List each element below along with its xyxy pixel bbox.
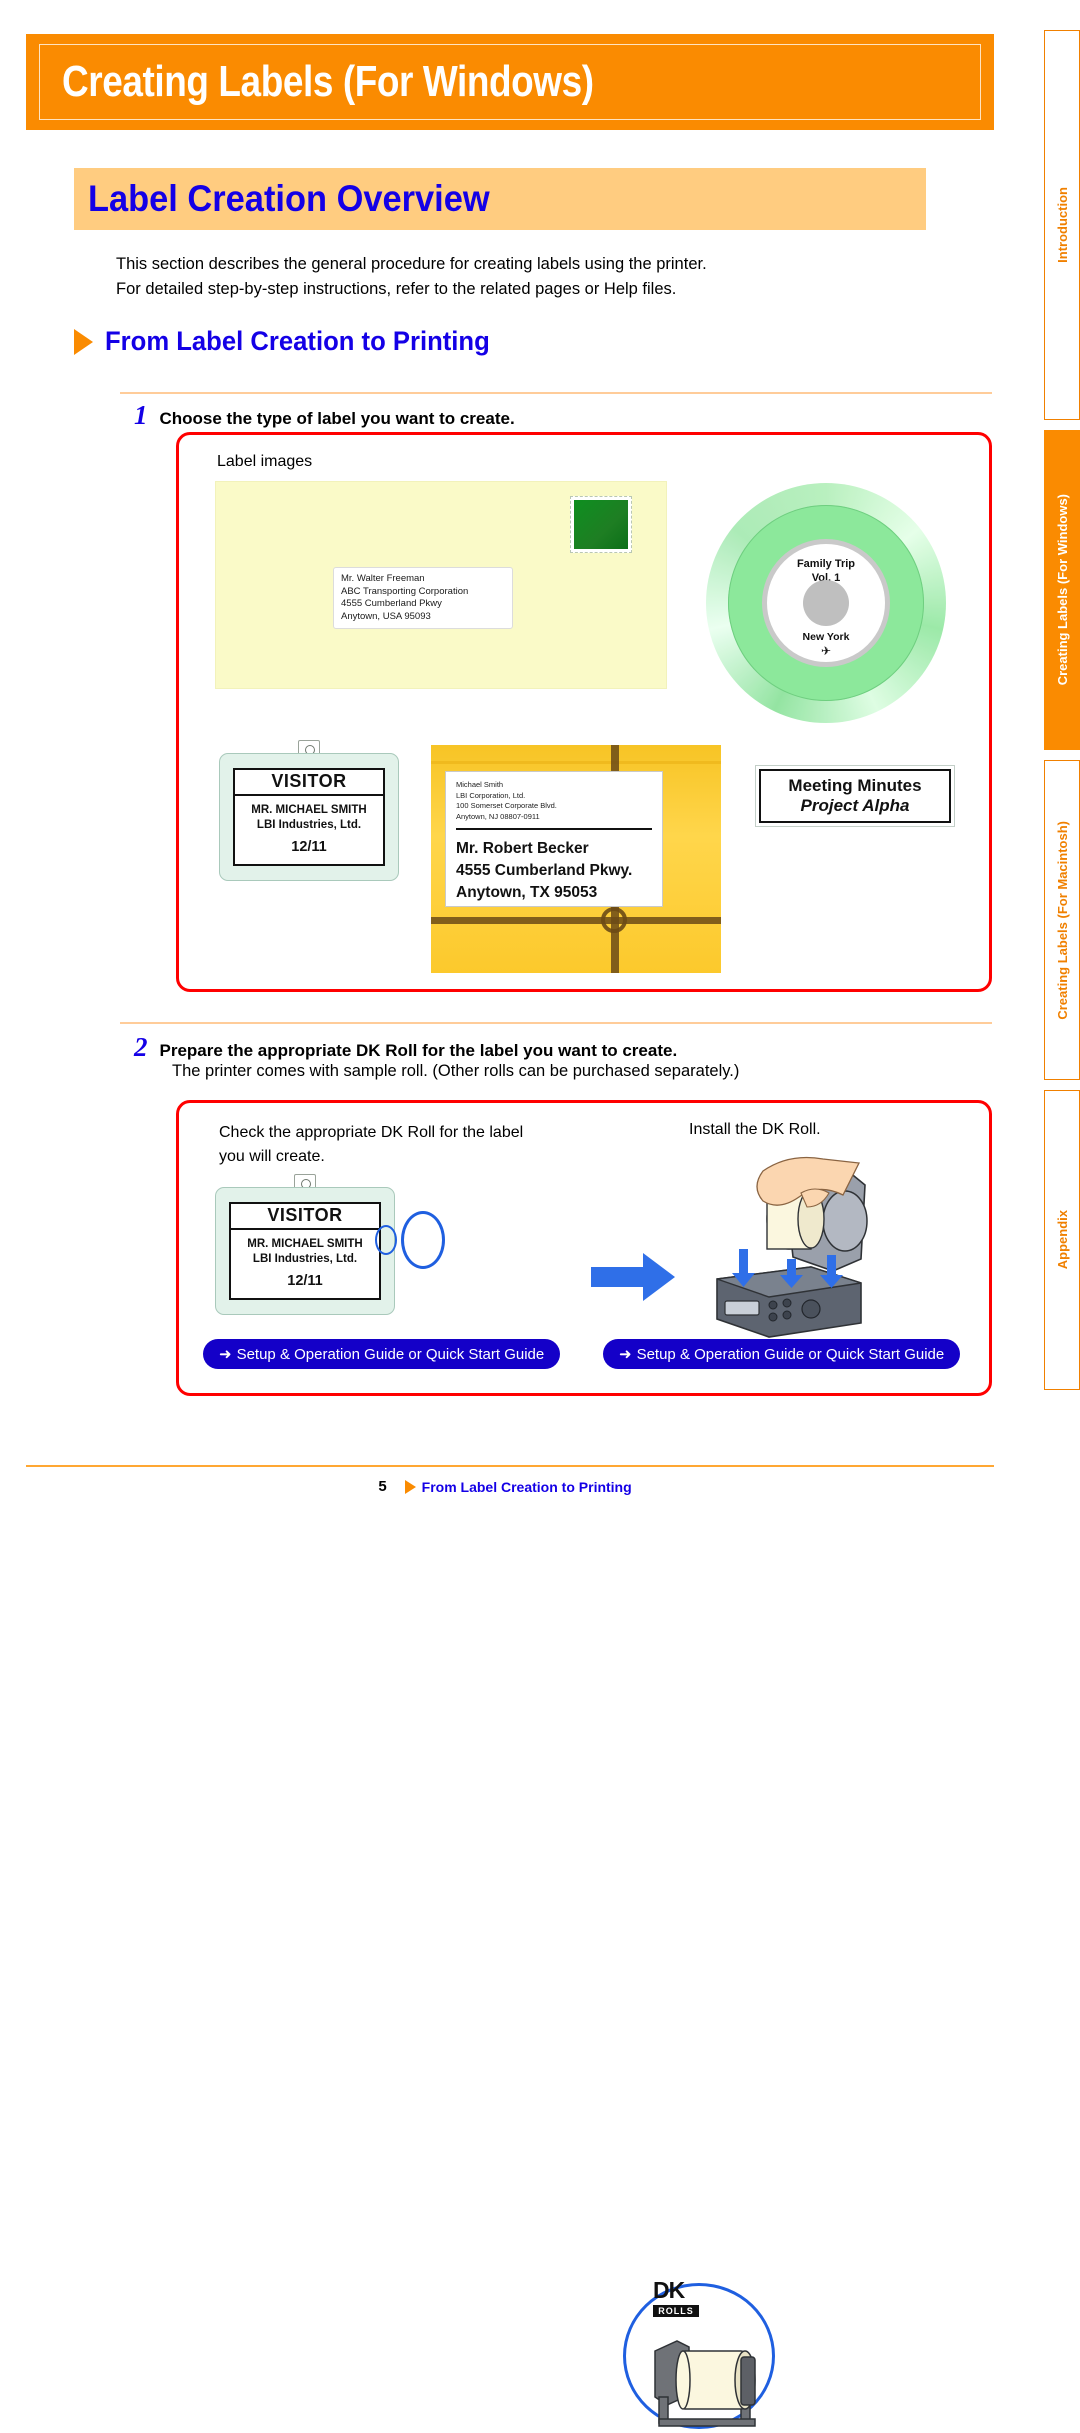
shipping-label: Michael Smith LBI Corporation, Ltd. 100 … [445,771,663,907]
triangle-right-icon [404,1479,416,1494]
badge-company: LBI Industries, Ltd. [256,819,362,831]
step-1-heading: 1 Choose the type of label you want to c… [134,400,515,431]
step-2-left-caption-line-1: Check the appropriate DK Roll for the la… [219,1124,524,1141]
postage-stamp-icon [570,496,632,553]
shipping-label-divider [456,828,652,830]
sidebar-tab-creating-labels-windows-label: Creating Labels (For Windows) [1054,494,1070,686]
chapter-title: Creating Labels (For Windows) [62,57,594,106]
envelope-illustration: Mr. Walter Freeman ABC Transporting Corp… [215,481,667,689]
page-number: 5 [378,1478,387,1495]
footer-link[interactable]: From Label Creation to Printing [422,1479,632,1495]
badge-company: LBI Industries, Ltd. [252,1253,358,1265]
printer-with-hand-icon [716,1156,868,1338]
badge-sleeve: VISITOR MR. MICHAEL SMITH LBI Industries… [215,1187,395,1315]
package-flap [431,761,721,764]
badge-name: MR. MICHAEL SMITH [251,804,367,816]
binder-label-card: Meeting Minutes Project Alpha [759,769,951,823]
step-1-illustration-box: Label images Mr. Walter Freeman ABC Tran… [176,432,992,992]
cd-illustration: Family Trip Vol. 1 New York ✈ [706,483,946,723]
intro-line-1: This section describes the general proce… [116,255,707,273]
section-title: Label Creation Overview [88,178,490,219]
link-setup-operation-guide-left[interactable]: ➜ Setup & Operation Guide or Quick Start… [203,1339,561,1369]
badge-card: VISITOR MR. MICHAEL SMITH LBI Industries… [229,1202,381,1300]
dk-roll-illustration: DK ROLLS [623,2273,775,2433]
step-1-label: Choose the type of label you want to cre… [159,409,515,428]
badge-name: MR. MICHAEL SMITH [247,1238,363,1250]
cd-label-subtitle: New York [802,631,850,643]
step-2-number: 2 [134,1032,148,1062]
sidebar-tab-creating-labels-windows[interactable]: Creating Labels (For Windows) [1044,430,1080,750]
sidebar-tab-appendix-label: Appendix [1054,1210,1070,1270]
arrow-right-glyph-icon: ➜ [619,1346,632,1363]
badge-header: VISITOR [231,1204,379,1230]
badge-holder: MR. MICHAEL SMITH LBI Industries, Ltd. [235,803,383,833]
binder-label-line-1: Meeting Minutes [788,776,922,795]
subsection-heading-label: From Label Creation to Printing [105,326,490,356]
shipping-to-line-2: 4555 Cumberland Pkwy. [456,862,633,879]
link-setup-operation-guide-right-label: Setup & Operation Guide or Quick Start G… [636,1345,945,1363]
shipping-to-line-3: Anytown, TX 95053 [456,884,598,901]
step-2-illustration-box: Check the appropriate DK Roll for the la… [176,1100,992,2429]
visitor-badge-illustration: VISITOR MR. MICHAEL SMITH LBI Industries… [219,740,399,881]
cd-center-hole [803,580,849,626]
sidebar-tab-introduction[interactable]: Introduction [1044,30,1080,420]
step-2-left-caption: Check the appropriate DK Roll for the la… [219,1121,599,1169]
binder-label-line-2: Project Alpha [800,796,910,815]
visitor-badge-illustration-step2: VISITOR MR. MICHAEL SMITH LBI Industries… [215,1174,395,1315]
chapter-tab-rail: Introduction Creating Labels (For Window… [1036,30,1080,1390]
sidebar-tab-appendix[interactable]: Appendix [1044,1090,1080,1390]
link-setup-operation-guide-right[interactable]: ➜ Setup & Operation Guide or Quick Start… [603,1339,961,1369]
package-twine-knot [601,907,627,933]
dk-logo-text: DK [653,2277,685,2303]
cd-title-line-1: Family Trip [796,558,856,570]
package-twine-horizontal [431,917,721,924]
link-setup-operation-guide-left-label: Setup & Operation Guide or Quick Start G… [236,1345,545,1363]
footer-divider [26,1465,994,1467]
step-2-subtext: The printer comes with sample roll. (Oth… [172,1062,740,1080]
printer-illustration [693,1141,903,1341]
step-2-heading: 2 Prepare the appropriate DK Roll for th… [134,1032,677,1063]
dk-rolls-logo: DK ROLLS [653,2277,699,2317]
step-2-left-caption-line-2: you will create. [219,1148,325,1165]
sidebar-tab-creating-labels-macintosh[interactable]: Creating Labels (For Macintosh) [1044,760,1080,1080]
dk-roll-spool-icon [654,2340,756,2427]
sidebar-tab-creating-labels-macintosh-label: Creating Labels (For Macintosh) [1054,820,1070,1020]
intro-paragraph: This section describes the general proce… [116,252,916,302]
stamp-ink [574,500,628,549]
photo-icon: ✈ [820,644,832,658]
binder-label-illustration: Meeting Minutes Project Alpha [755,765,955,827]
cd-disc: Family Trip Vol. 1 New York ✈ [728,505,924,701]
badge-card: VISITOR MR. MICHAEL SMITH LBI Industries… [233,768,385,866]
shipping-label-to: Mr. Robert Becker 4555 Cumberland Pkwy. … [456,838,652,904]
badge-header: VISITOR [235,770,383,796]
sidebar-tab-introduction-label: Introduction [1054,187,1070,263]
badge-date: 12/11 [287,1273,323,1289]
cd-label-face: Family Trip Vol. 1 New York ✈ [762,539,890,667]
connector-ellipse-medium [401,1211,445,1269]
arrow-right-icon [591,1253,675,1301]
package-illustration: Michael Smith LBI Corporation, Ltd. 100 … [431,745,721,973]
shipping-label-from: Michael Smith LBI Corporation, Ltd. 100 … [456,780,557,821]
badge-date: 12/11 [291,839,327,855]
label-images-caption: Label images [217,453,313,470]
section-title-band: Label Creation Overview [74,168,926,230]
page-content: Creating Labels (For Windows) Label Crea… [0,0,1010,2429]
chapter-banner: Creating Labels (For Windows) [26,34,994,130]
shipping-to-line-1: Mr. Robert Becker [456,840,589,857]
rolls-logo-text: ROLLS [653,2305,699,2317]
intro-line-2: For detailed step-by-step instructions, … [116,280,677,298]
badge-holder: MR. MICHAEL SMITH LBI Industries, Ltd. [231,1237,379,1267]
triangle-right-icon [74,328,93,355]
arrow-right-glyph-icon: ➜ [219,1346,232,1363]
badge-sleeve: VISITOR MR. MICHAEL SMITH LBI Industries… [219,753,399,881]
subsection-heading: From Label Creation to Printing [74,326,510,357]
step-1-number: 1 [134,400,148,430]
step-2-right-caption: Install the DK Roll. [689,1121,821,1138]
envelope-address-label: Mr. Walter Freeman ABC Transporting Corp… [333,567,513,629]
step-2-divider [120,1022,992,1024]
step-2-label: Prepare the appropriate DK Roll for the … [159,1041,678,1060]
page-footer: 5 From Label Creation to Printing [0,1478,1010,1495]
connector-ellipse-small [375,1225,397,1255]
step-1-divider [120,392,992,394]
